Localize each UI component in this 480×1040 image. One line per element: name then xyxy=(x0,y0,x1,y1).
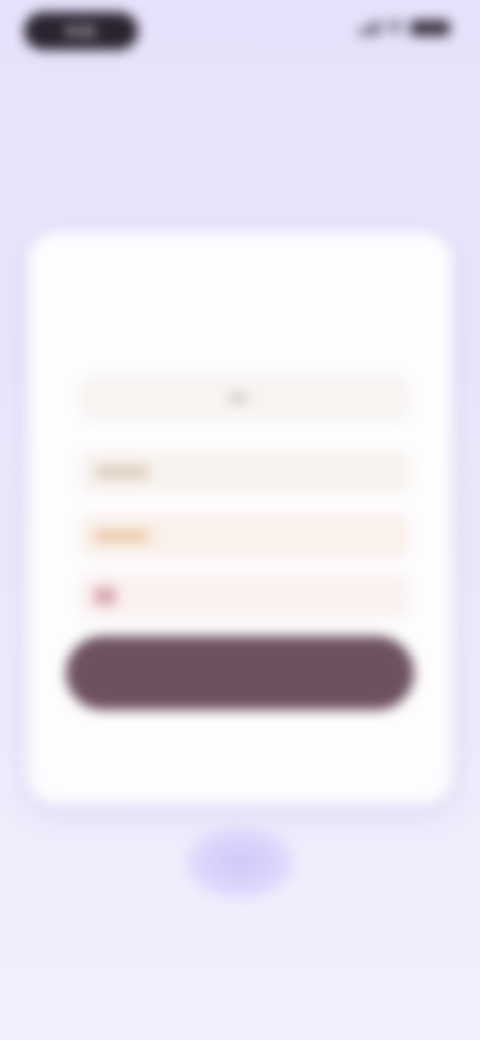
option-item-2[interactable] xyxy=(80,450,410,494)
option-2-icon xyxy=(94,466,150,478)
status-indicators xyxy=(358,20,450,36)
wifi-icon xyxy=(386,21,404,35)
primary-action-button[interactable] xyxy=(66,636,414,710)
option-4-icon xyxy=(94,587,116,605)
status-time: 9:41 xyxy=(65,22,97,40)
status-bar: 9:41 xyxy=(0,0,480,64)
option-item-3[interactable] xyxy=(80,514,410,558)
option-1-icon xyxy=(229,393,247,403)
modal-card xyxy=(28,232,452,804)
option-item-4[interactable] xyxy=(80,574,410,618)
assistant-orb[interactable] xyxy=(186,826,294,898)
blurred-screen: 9:41 xyxy=(0,0,480,1040)
option-3-icon xyxy=(94,530,150,542)
option-item-1[interactable] xyxy=(80,376,410,420)
status-time-pill: 9:41 xyxy=(24,12,138,50)
battery-icon xyxy=(410,20,450,36)
cellular-signal-icon xyxy=(358,21,380,35)
